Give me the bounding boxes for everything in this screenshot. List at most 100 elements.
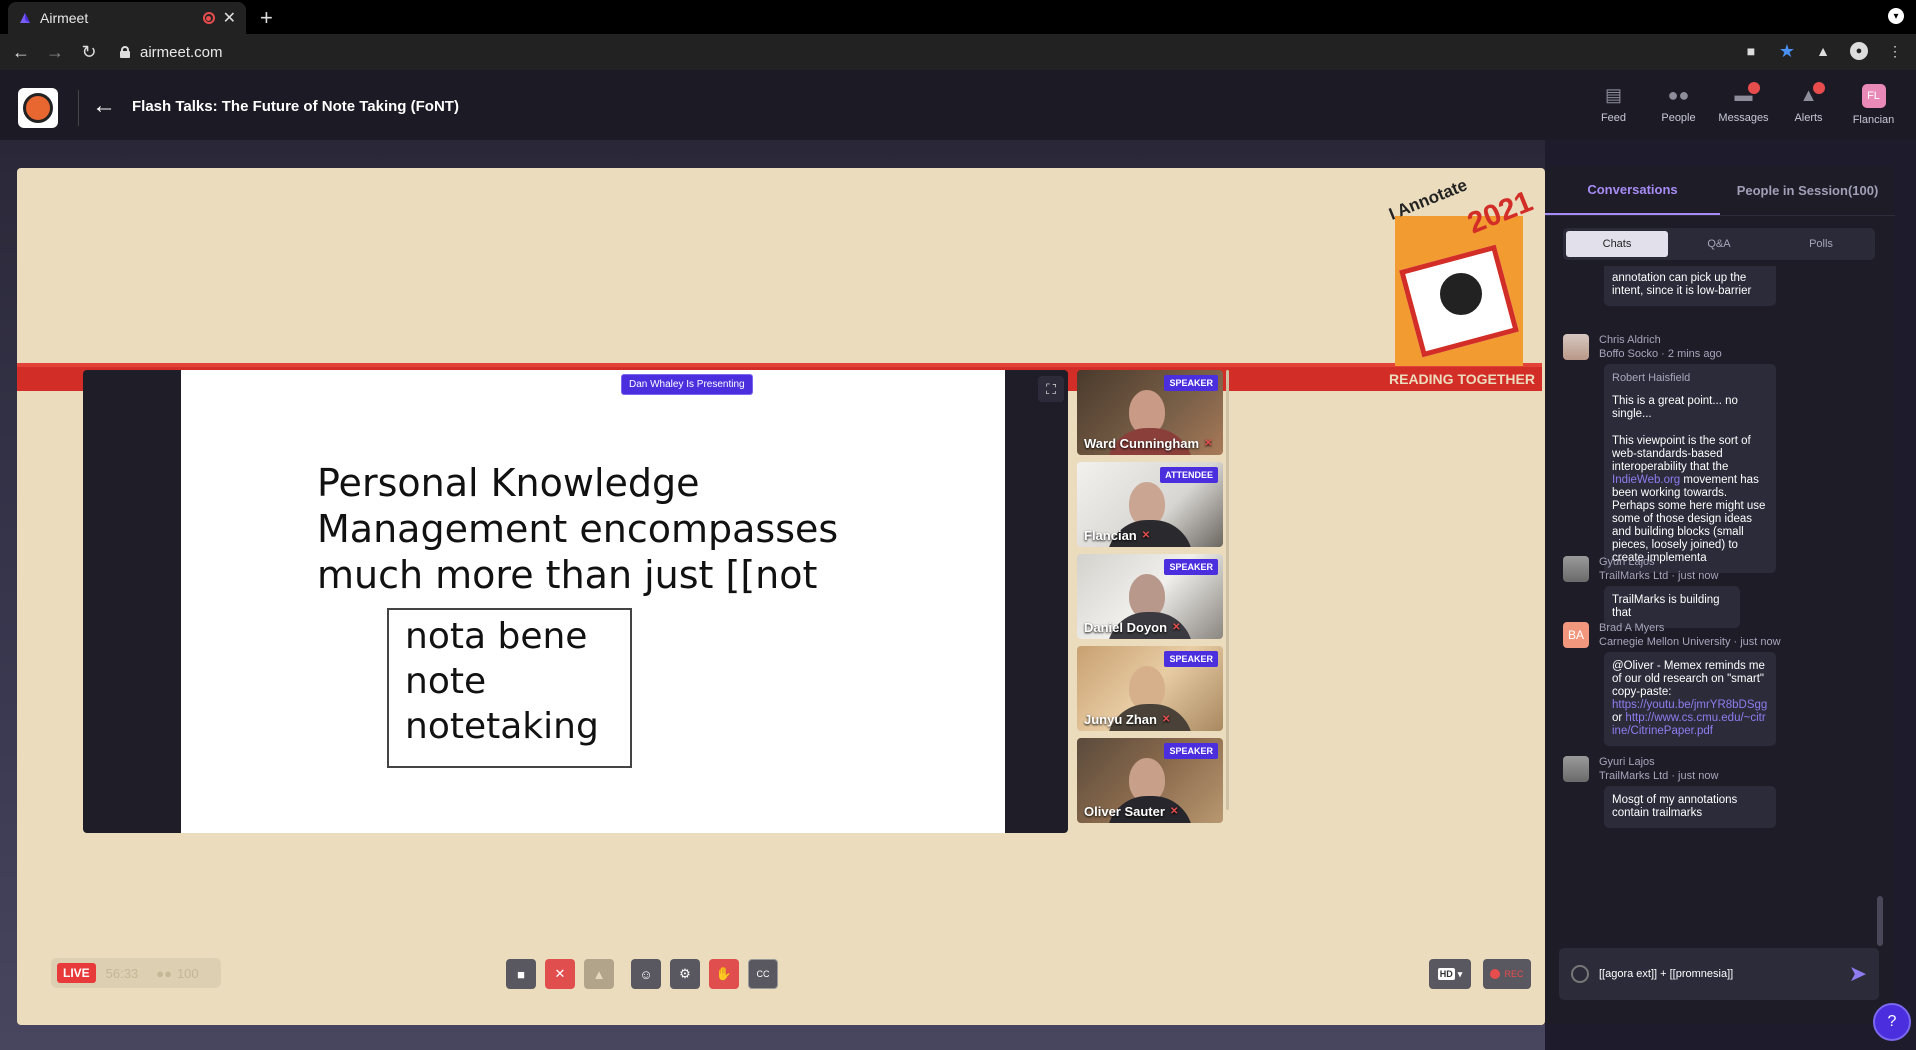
slide-box-item: notetaking bbox=[405, 706, 599, 747]
chat-list: annotation can pick up the intent, since… bbox=[1545, 266, 1895, 866]
camera-toggle-icon[interactable]: ■ bbox=[506, 959, 536, 989]
mic-off-icon: ✕ bbox=[1141, 530, 1151, 541]
reload-icon[interactable]: ↻ bbox=[76, 42, 102, 63]
nav-profile-label: Flancian bbox=[1852, 114, 1895, 126]
help-icon[interactable]: ? bbox=[1873, 1003, 1911, 1041]
chat-composer[interactable]: [[agora ext]] + [[promnesia]] ➤ bbox=[1559, 948, 1879, 1000]
media-controls: ■ ✕ ▲ bbox=[506, 959, 614, 989]
avatar bbox=[1563, 334, 1589, 360]
role-badge: SPEAKER bbox=[1164, 651, 1218, 667]
speaker-tile[interactable]: SPEAKER Daniel Doyon ✕ bbox=[1077, 554, 1223, 639]
role-badge: ATTENDEE bbox=[1160, 467, 1218, 483]
speaker-name-text: Daniel Doyon bbox=[1084, 620, 1168, 635]
nav-profile[interactable]: FL Flancian bbox=[1841, 84, 1906, 126]
nav-feed[interactable]: ▤ Feed bbox=[1581, 84, 1646, 126]
chat-link[interactable]: IndieWeb.org bbox=[1612, 474, 1680, 486]
attendee-count: ●● 100 bbox=[156, 966, 198, 981]
quality-controls: HD ▾ REC bbox=[1429, 959, 1531, 989]
avatar bbox=[1563, 756, 1589, 782]
forward-icon[interactable]: → bbox=[42, 42, 68, 63]
notification-dot bbox=[1812, 82, 1825, 94]
close-tab-icon[interactable]: ✕ bbox=[223, 8, 236, 28]
presentation-slide: Personal Knowledge Management encompasse… bbox=[181, 370, 1005, 833]
fullscreen-icon[interactable]: ⛶ bbox=[1038, 376, 1064, 402]
chat-author: Gyuri Lajos bbox=[1599, 556, 1655, 568]
emoji-reaction-icon[interactable]: ☺ bbox=[631, 959, 661, 989]
chat-author: Brad A Myers bbox=[1599, 622, 1665, 634]
speaker-tile[interactable]: SPEAKER Oliver Sauter ✕ bbox=[1077, 738, 1223, 823]
subtab-qa[interactable]: Q&A bbox=[1668, 231, 1770, 257]
nav-messages[interactable]: ▬ Messages bbox=[1711, 82, 1776, 126]
profile-icon[interactable]: ● bbox=[1850, 42, 1868, 60]
camera-icon[interactable]: ■ bbox=[1742, 42, 1760, 60]
subtab-chats[interactable]: Chats bbox=[1566, 231, 1668, 257]
back-arrow-icon[interactable]: ← bbox=[92, 92, 116, 120]
url-field[interactable]: airmeet.com bbox=[110, 38, 1765, 66]
extension-icon[interactable]: ▲ bbox=[1814, 42, 1832, 60]
chat-link[interactable]: http://www.cs.cmu.edu/~citrine/CitrinePa… bbox=[1612, 712, 1766, 737]
new-tab-button[interactable]: + bbox=[260, 5, 273, 31]
chat-author: Gyuri Lajos bbox=[1599, 756, 1655, 768]
people-icon: ●● bbox=[1667, 84, 1690, 105]
speaker-tile[interactable]: ATTENDEE Flancian ✕ bbox=[1077, 462, 1223, 547]
chat-bubble: annotation can pick up the intent, since… bbox=[1604, 266, 1776, 306]
subtab-polls[interactable]: Polls bbox=[1770, 231, 1872, 257]
closed-captions-icon[interactable]: CC bbox=[748, 959, 778, 989]
url-text: airmeet.com bbox=[140, 43, 223, 61]
back-icon[interactable]: ← bbox=[8, 42, 34, 63]
tab-search-icon[interactable]: ▾ bbox=[1888, 8, 1904, 24]
live-status: LIVE 56:33 ●● 100 bbox=[51, 958, 221, 988]
app-header: ← Flash Talks: The Future of Note Taking… bbox=[0, 70, 1916, 140]
chat-text: annotation can pick up the intent, since… bbox=[1612, 272, 1752, 297]
event-logo[interactable] bbox=[18, 88, 58, 128]
chat-org: TrailMarks Ltd · just now bbox=[1599, 570, 1719, 582]
settings-gear-icon[interactable]: ⚙ bbox=[670, 959, 700, 989]
slide-heading: Personal Knowledge Management encompasse… bbox=[317, 461, 839, 597]
bookmark-star-icon[interactable]: ★ bbox=[1778, 41, 1796, 61]
speaker-tile[interactable]: SPEAKER Junyu Zhan ✕ bbox=[1077, 646, 1223, 731]
hd-quality-button[interactable]: HD ▾ bbox=[1429, 959, 1471, 989]
slide-box-item: nota bene bbox=[405, 616, 588, 657]
autocomplete-box: nota bene note notetaking bbox=[387, 608, 632, 768]
tab-conversations[interactable]: Conversations bbox=[1545, 166, 1720, 215]
chat-org: Carnegie Mellon University · just now bbox=[1599, 636, 1781, 648]
feed-icon: ▤ bbox=[1604, 84, 1622, 105]
chat-message-header: Gyuri Lajos TrailMarks Ltd · just now bbox=[1563, 756, 1718, 782]
chat-links: https://youtu.be/jmrYR8bDSgg or http://w… bbox=[1612, 699, 1768, 738]
chat-author: Chris Aldrich bbox=[1599, 334, 1661, 346]
role-badge: SPEAKER bbox=[1164, 375, 1218, 391]
speaker-name-text: Junyu Zhan bbox=[1084, 712, 1157, 727]
tab-people-in-session[interactable]: People in Session(100) bbox=[1720, 166, 1895, 215]
nav-people[interactable]: ●● People bbox=[1646, 84, 1711, 126]
logo-icon bbox=[23, 93, 53, 123]
send-icon[interactable]: ➤ bbox=[1849, 961, 1867, 987]
i-annotate-logo: I Annotate 2021 READING TOGETHER bbox=[1379, 175, 1539, 391]
logo-tagline: READING TOGETHER bbox=[1389, 371, 1535, 387]
speaker-name-text: Ward Cunningham bbox=[1084, 436, 1200, 451]
speaker-scrollbar[interactable] bbox=[1226, 370, 1229, 810]
screen-share-icon[interactable]: ▲ bbox=[584, 959, 614, 989]
messages-icon: ▬ bbox=[1732, 82, 1760, 106]
menu-icon[interactable]: ⋮ bbox=[1886, 42, 1904, 60]
speaker-name-text: Oliver Sauter bbox=[1084, 804, 1165, 819]
chat-org: TrailMarks Ltd · just now bbox=[1599, 770, 1719, 782]
browser-tab[interactable]: Airmeet ✕ bbox=[8, 2, 246, 34]
nav-alerts[interactable]: ▲ Alerts bbox=[1776, 82, 1841, 126]
hand-raise-icon[interactable]: ✋ bbox=[709, 959, 739, 989]
speaker-name: Junyu Zhan ✕ bbox=[1084, 712, 1170, 727]
mic-off-button-icon[interactable]: ✕ bbox=[545, 959, 575, 989]
chat-scrollbar[interactable] bbox=[1877, 896, 1883, 946]
chat-text: @Oliver - Memex reminds me of our old re… bbox=[1612, 660, 1765, 698]
chat-bubble: @Oliver - Memex reminds me of our old re… bbox=[1604, 652, 1776, 746]
record-button[interactable]: REC bbox=[1483, 959, 1531, 989]
session-title: Flash Talks: The Future of Note Taking (… bbox=[132, 98, 459, 115]
tab-title: Airmeet bbox=[40, 10, 89, 26]
emoji-icon[interactable] bbox=[1571, 965, 1589, 983]
globe-icon bbox=[1437, 270, 1485, 318]
recording-icon bbox=[202, 12, 215, 24]
chat-link[interactable]: https://youtu.be/jmrYR8bDSgg bbox=[1612, 699, 1767, 711]
speaker-tile[interactable]: SPEAKER Ward Cunningham ✕ bbox=[1077, 370, 1223, 455]
mic-off-icon: ✕ bbox=[1172, 622, 1181, 633]
chat-input[interactable]: [[agora ext]] + [[promnesia]] bbox=[1599, 968, 1839, 980]
slide-box-item: note bbox=[405, 661, 487, 702]
